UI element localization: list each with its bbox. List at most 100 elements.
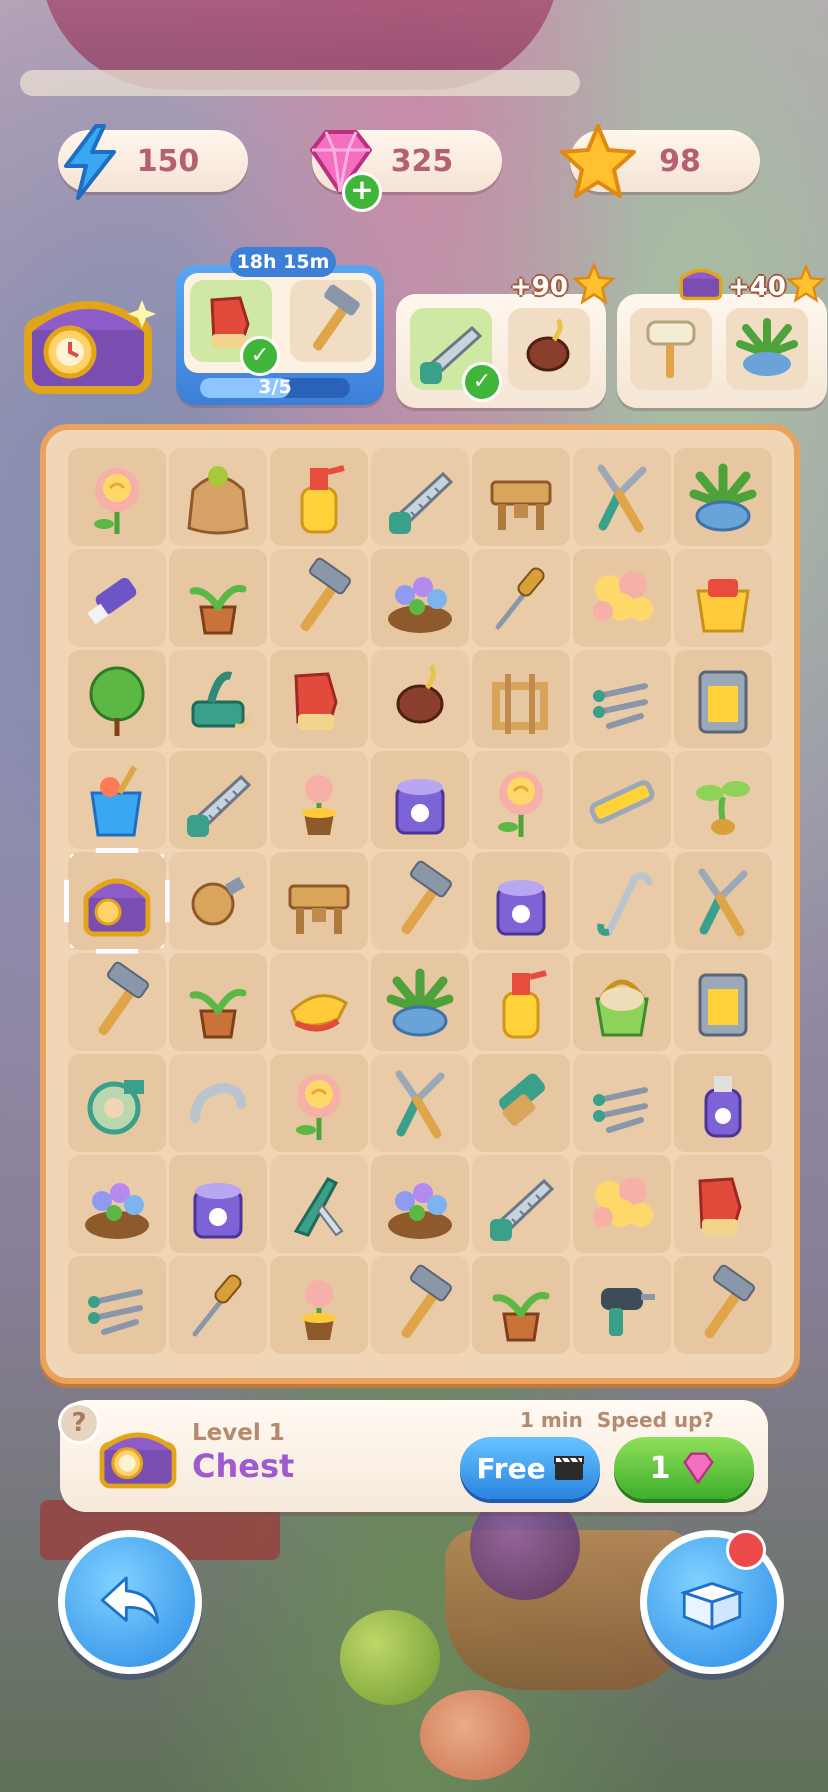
pocket-knife-icon bbox=[293, 1177, 344, 1237]
nails-icon bbox=[593, 683, 648, 729]
shrub-icon bbox=[89, 666, 145, 736]
board-cell[interactable] bbox=[68, 852, 166, 950]
board-cell[interactable] bbox=[573, 852, 671, 950]
chest-icon bbox=[679, 268, 723, 301]
board-cell[interactable] bbox=[472, 549, 570, 647]
board-cell[interactable] bbox=[371, 448, 469, 546]
board-cell[interactable] bbox=[371, 751, 469, 849]
board-cell[interactable] bbox=[573, 448, 671, 546]
plane-tool-icon bbox=[191, 671, 250, 729]
board-cell[interactable] bbox=[169, 953, 267, 1051]
board-cell[interactable] bbox=[573, 1054, 671, 1152]
board-cell[interactable] bbox=[68, 650, 166, 748]
board-cell[interactable] bbox=[68, 953, 166, 1051]
board-cell[interactable] bbox=[674, 1054, 772, 1152]
board-cell[interactable] bbox=[371, 852, 469, 950]
board-cell[interactable] bbox=[270, 549, 368, 647]
potted-plant-icon bbox=[689, 463, 757, 532]
saw-icon bbox=[389, 471, 454, 534]
board-cell[interactable] bbox=[573, 751, 671, 849]
board-cell[interactable] bbox=[674, 852, 772, 950]
gloves-icon bbox=[698, 1177, 742, 1235]
board-cell[interactable] bbox=[68, 1054, 166, 1152]
board-cell[interactable] bbox=[472, 1256, 570, 1354]
board-cell[interactable] bbox=[270, 953, 368, 1051]
board-cell[interactable] bbox=[270, 1054, 368, 1152]
spray-bottle-icon bbox=[300, 465, 345, 534]
board-cell[interactable] bbox=[270, 448, 368, 546]
board-cell[interactable] bbox=[68, 1256, 166, 1354]
board-cell[interactable] bbox=[371, 1256, 469, 1354]
order-slot-hammer bbox=[290, 280, 372, 362]
board-cell[interactable] bbox=[472, 751, 570, 849]
board-cell[interactable] bbox=[674, 751, 772, 849]
free-label: Free bbox=[476, 1451, 546, 1485]
board-cell[interactable] bbox=[573, 1256, 671, 1354]
board-cell[interactable] bbox=[472, 1155, 570, 1253]
board-cell[interactable] bbox=[371, 1054, 469, 1152]
sand-bucket-icon bbox=[90, 765, 142, 837]
board-cell[interactable] bbox=[573, 650, 671, 748]
board-cell[interactable] bbox=[169, 1054, 267, 1152]
board-cell[interactable] bbox=[68, 448, 166, 546]
rose-icon bbox=[296, 1074, 341, 1140]
board-cell[interactable] bbox=[371, 650, 469, 748]
board-cell[interactable] bbox=[68, 549, 166, 647]
board-cell[interactable] bbox=[674, 1155, 772, 1253]
sprout-icon bbox=[696, 781, 750, 835]
gem-speedup-button[interactable]: 1 bbox=[614, 1437, 754, 1499]
bucket-icon bbox=[696, 579, 750, 633]
board-cell[interactable] bbox=[169, 751, 267, 849]
drill-icon bbox=[601, 1288, 655, 1336]
board-cell[interactable] bbox=[270, 650, 368, 748]
board-cell[interactable] bbox=[674, 448, 772, 546]
hammer-icon bbox=[704, 1264, 755, 1339]
nails-icon bbox=[88, 1289, 143, 1335]
board-cell[interactable] bbox=[472, 852, 570, 950]
spray-paint-icon bbox=[704, 1076, 742, 1138]
brush-icon bbox=[290, 994, 348, 1032]
chest-icon[interactable] bbox=[18, 280, 158, 400]
board-cell[interactable] bbox=[674, 549, 772, 647]
board-cell[interactable] bbox=[674, 1256, 772, 1354]
board-cell[interactable] bbox=[371, 953, 469, 1051]
back-button[interactable] bbox=[58, 1530, 202, 1674]
nails-icon bbox=[593, 1087, 648, 1133]
board-cell[interactable] bbox=[169, 448, 267, 546]
board-cell[interactable] bbox=[68, 1155, 166, 1253]
workbench-icon bbox=[490, 480, 552, 530]
board-cell[interactable] bbox=[371, 1155, 469, 1253]
board-cell[interactable] bbox=[169, 852, 267, 950]
help-button[interactable]: ? bbox=[58, 1402, 100, 1444]
board-cell[interactable] bbox=[472, 1054, 570, 1152]
board-cell[interactable] bbox=[371, 549, 469, 647]
free-speedup-button[interactable]: Free bbox=[460, 1437, 600, 1499]
board-cell[interactable] bbox=[270, 751, 368, 849]
gem-cost: 1 bbox=[649, 1450, 671, 1486]
board-cell[interactable] bbox=[169, 1155, 267, 1253]
board-cell[interactable] bbox=[674, 650, 772, 748]
board-cell[interactable] bbox=[573, 1155, 671, 1253]
board-cell[interactable] bbox=[270, 1256, 368, 1354]
board-cell[interactable] bbox=[573, 953, 671, 1051]
gloves-icon bbox=[294, 672, 338, 730]
add-gems-button[interactable]: + bbox=[342, 172, 382, 212]
board-cell[interactable] bbox=[270, 1155, 368, 1253]
back-arrow-icon bbox=[100, 1576, 160, 1624]
chest-icon bbox=[83, 878, 151, 937]
board-cell[interactable] bbox=[472, 448, 570, 546]
board-cell[interactable] bbox=[674, 953, 772, 1051]
energy-icon bbox=[48, 120, 132, 204]
board-cell[interactable] bbox=[573, 549, 671, 647]
hammer-icon bbox=[98, 961, 149, 1036]
wood-frame-icon bbox=[492, 674, 548, 734]
board-cell[interactable] bbox=[68, 751, 166, 849]
board-cell[interactable] bbox=[472, 650, 570, 748]
hammer-icon bbox=[300, 557, 351, 632]
board-cell[interactable] bbox=[169, 549, 267, 647]
board-cell[interactable] bbox=[169, 1256, 267, 1354]
board-cell[interactable] bbox=[472, 953, 570, 1051]
board-cell[interactable] bbox=[169, 650, 267, 748]
board-cell[interactable] bbox=[270, 852, 368, 950]
level-tool-icon bbox=[589, 780, 655, 824]
